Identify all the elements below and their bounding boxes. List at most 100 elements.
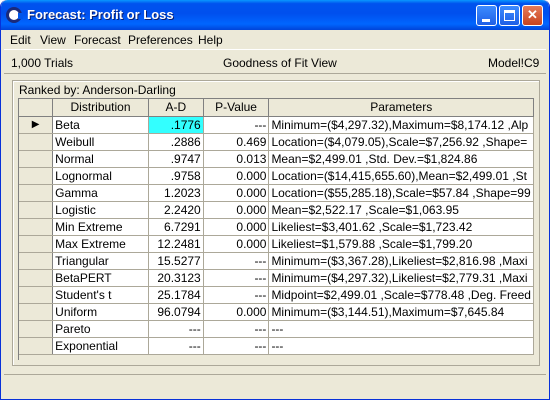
cell-distribution[interactable]: Student's t <box>52 286 149 304</box>
cell-pvalue[interactable]: 0.000 <box>203 218 270 236</box>
cell-ad[interactable]: 12.2481 <box>148 235 204 253</box>
row-selector[interactable] <box>19 286 54 304</box>
cell-ad[interactable]: 96.0794 <box>148 303 204 321</box>
cell-ad[interactable]: 6.7291 <box>148 218 204 236</box>
row-selector[interactable] <box>19 320 54 338</box>
cell-pvalue[interactable]: 0.000 <box>203 303 270 321</box>
close-button[interactable]: ✕ <box>522 5 543 26</box>
cell-distribution[interactable]: Normal <box>52 150 149 168</box>
table-row[interactable]: ▶ Beta .1776 --- Minimum=($4,297.32),Maximum… <box>19 116 534 134</box>
cell-parameters[interactable]: Likeliest=$1,579.88 ,Scale=$1,799.20 <box>268 235 534 253</box>
cell-distribution[interactable]: BetaPERT <box>52 269 149 287</box>
cell-distribution[interactable]: Weibull <box>52 133 149 151</box>
cell-distribution[interactable]: Triangular <box>52 252 149 270</box>
cell-ad[interactable]: .1776 <box>148 116 204 134</box>
row-selector[interactable] <box>19 303 54 321</box>
menu-view[interactable]: View <box>40 33 66 47</box>
menu-edit[interactable]: Edit <box>10 33 31 47</box>
cell-distribution[interactable]: Gamma <box>52 184 149 202</box>
cell-pvalue[interactable]: --- <box>203 252 270 270</box>
cell-ad[interactable]: .2886 <box>148 133 204 151</box>
cell-pvalue[interactable]: 0.000 <box>203 184 270 202</box>
cell-ad[interactable]: 1.2023 <box>148 184 204 202</box>
cell-parameters[interactable]: --- <box>268 337 534 355</box>
maximize-button[interactable] <box>499 5 520 26</box>
cell-distribution[interactable]: Lognormal <box>52 167 149 185</box>
cell-parameters[interactable]: Mean=$2,499.01 ,Std. Dev.=$1,824.86 <box>268 150 534 168</box>
cell-pvalue[interactable]: 0.469 <box>203 133 270 151</box>
cell-pvalue[interactable]: --- <box>203 320 270 338</box>
cell-pvalue[interactable]: --- <box>203 269 270 287</box>
cell-parameters[interactable]: Location=($55,285.18),Scale=$57.84 ,Shap… <box>268 184 534 202</box>
table-row[interactable]: Uniform 96.0794 0.000 Minimum=($3,144.51),M… <box>19 303 534 321</box>
table-row[interactable]: Triangular 15.5277 --- Minimum=($3,367.28),… <box>19 252 534 270</box>
cell-pvalue[interactable]: --- <box>203 286 270 304</box>
column-header-pvalue[interactable]: P-Value <box>203 99 270 117</box>
table-row[interactable]: Exponential --- --- --- <box>19 337 534 355</box>
row-selector[interactable] <box>19 150 54 168</box>
table-row[interactable]: Logistic 2.2420 0.000 Mean=$2,522.17 ,Scale… <box>19 201 534 219</box>
minimize-button[interactable] <box>476 5 497 26</box>
cell-distribution[interactable]: Max Extreme <box>52 235 149 253</box>
cell-parameters[interactable]: Mean=$2,522.17 ,Scale=$1,063.95 <box>268 201 534 219</box>
maximize-icon <box>504 10 515 21</box>
row-selector[interactable] <box>19 235 54 253</box>
menu-help[interactable]: Help <box>198 33 223 47</box>
column-header-distribution[interactable]: Distribution <box>52 99 149 117</box>
row-selector[interactable] <box>19 133 54 151</box>
table-row[interactable]: Normal .9747 0.013 Mean=$2,499.01 ,Std. Dev… <box>19 150 534 168</box>
crystal-ball-icon[interactable] <box>6 7 23 23</box>
menu-preferences[interactable]: Preferences <box>128 33 193 47</box>
cell-ad[interactable]: .9758 <box>148 167 204 185</box>
cell-parameters[interactable]: Minimum=($4,297.32),Likeliest=$2,779.31 … <box>268 269 534 287</box>
cell-pvalue[interactable]: 0.000 <box>203 201 270 219</box>
table-row[interactable]: Max Extreme 12.2481 0.000 Likeliest=$1,579.… <box>19 235 534 253</box>
cell-parameters[interactable]: Minimum=($3,367.28),Likeliest=$2,816.98 … <box>268 252 534 270</box>
table-row[interactable]: BetaPERT 20.3123 --- Minimum=($4,297.32),Li… <box>19 269 534 287</box>
cell-pvalue[interactable]: 0.000 <box>203 167 270 185</box>
row-selector[interactable] <box>19 201 54 219</box>
cell-pvalue[interactable]: --- <box>203 337 270 355</box>
cell-ad[interactable]: .9747 <box>148 150 204 168</box>
cell-distribution[interactable]: Exponential <box>52 337 149 355</box>
fit-table[interactable]: Distribution A-D P-Value Parameters ▶ Bet… <box>18 98 534 360</box>
cell-parameters[interactable]: Location=($14,415,655.60),Mean=$2,499.01… <box>268 167 534 185</box>
cell-ad[interactable]: 2.2420 <box>148 201 204 219</box>
cell-pvalue[interactable]: 0.013 <box>203 150 270 168</box>
cell-parameters[interactable]: Minimum=($3,144.51),Maximum=$7,645.84 <box>268 303 534 321</box>
table-row[interactable]: Student's t 25.1784 --- Midpoint=$2,499.01 … <box>19 286 534 304</box>
cell-ad[interactable]: 20.3123 <box>148 269 204 287</box>
row-selector[interactable] <box>19 337 54 355</box>
row-selector[interactable]: ▶ <box>19 116 54 134</box>
cell-ad[interactable]: 25.1784 <box>148 286 204 304</box>
row-selector[interactable] <box>19 218 54 236</box>
table-row[interactable]: Min Extreme 6.7291 0.000 Likeliest=$3,401.6… <box>19 218 534 236</box>
cell-parameters[interactable]: Midpoint=$2,499.01 ,Scale=$778.48 ,Deg. … <box>268 286 534 304</box>
cell-distribution[interactable]: Beta <box>52 116 149 134</box>
row-selector[interactable] <box>19 167 54 185</box>
row-selector[interactable] <box>19 269 54 287</box>
cell-parameters[interactable]: --- <box>268 320 534 338</box>
cell-ad[interactable]: 15.5277 <box>148 252 204 270</box>
cell-pvalue[interactable]: 0.000 <box>203 235 270 253</box>
cell-parameters[interactable]: Location=($4,079.05),Scale=$7,256.92 ,Sh… <box>268 133 534 151</box>
column-header-ad[interactable]: A-D <box>148 99 204 117</box>
cell-parameters[interactable]: Minimum=($4,297.32),Maximum=$8,174.12 ,A… <box>268 116 534 134</box>
cell-pvalue[interactable]: --- <box>203 116 270 134</box>
cell-parameters[interactable]: Likeliest=$3,401.62 ,Scale=$1,723.42 <box>268 218 534 236</box>
table-row[interactable]: Weibull .2886 0.469 Location=($4,079.05),Sc… <box>19 133 534 151</box>
table-row[interactable]: Pareto --- --- --- <box>19 320 534 338</box>
title-bar[interactable]: Forecast: Profit or Loss ✕ <box>1 0 549 30</box>
cell-distribution[interactable]: Pareto <box>52 320 149 338</box>
cell-distribution[interactable]: Logistic <box>52 201 149 219</box>
column-header-parameters[interactable]: Parameters <box>268 99 534 117</box>
cell-distribution[interactable]: Uniform <box>52 303 149 321</box>
cell-distribution[interactable]: Min Extreme <box>52 218 149 236</box>
menu-forecast[interactable]: Forecast <box>74 33 121 47</box>
cell-ad[interactable]: --- <box>148 320 204 338</box>
row-selector[interactable] <box>19 252 54 270</box>
cell-ad[interactable]: --- <box>148 337 204 355</box>
table-row[interactable]: Lognormal .9758 0.000 Location=($14,415,655… <box>19 167 534 185</box>
row-selector[interactable] <box>19 184 54 202</box>
table-row[interactable]: Gamma 1.2023 0.000 Location=($55,285.18),Sc… <box>19 184 534 202</box>
